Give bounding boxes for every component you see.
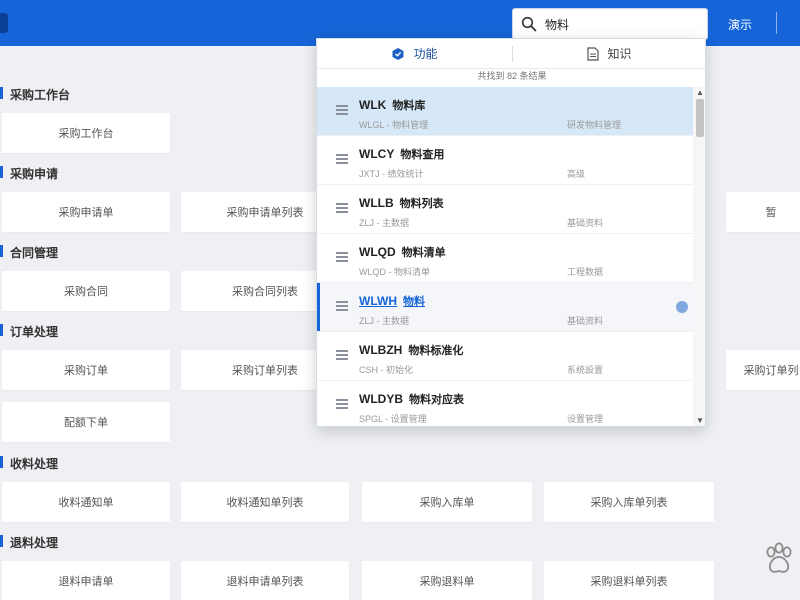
- paw-watermark-icon: [766, 542, 792, 573]
- result-category: 基础资料: [567, 316, 604, 326]
- result-category: 设置管理: [567, 414, 604, 424]
- result-item[interactable]: WLQD 物料清单 WLQD - 物料清单 工程数据: [317, 234, 693, 283]
- result-item[interactable]: WLDYB 物料对应表 SPGL - 设置管理 设置管理: [317, 381, 693, 426]
- menu-icon: [336, 203, 348, 213]
- tile-purchase-request-extra[interactable]: 暂: [726, 192, 800, 232]
- menu-icon: [336, 154, 348, 164]
- tile-purchase-workbench[interactable]: 采购工作台: [2, 113, 170, 153]
- result-module: WLQD - 物料清单: [359, 267, 430, 277]
- tile-purchase-order[interactable]: 采购订单: [2, 350, 170, 390]
- menu-icon: [336, 105, 348, 115]
- tab-knowledge-label: 知识: [607, 47, 632, 61]
- scroll-up-icon[interactable]: ▲: [696, 89, 704, 97]
- result-name: 物料查用: [400, 149, 445, 161]
- document-icon: [587, 46, 600, 61]
- tile-return-request[interactable]: 退料申请单: [2, 561, 170, 600]
- function-icon: [392, 47, 404, 60]
- result-module: WLGL - 物料管理: [359, 120, 429, 130]
- section-title-return: 退料处理: [0, 534, 58, 551]
- tab-knowledge[interactable]: 知识: [512, 39, 705, 68]
- result-category: 系统設置: [567, 365, 604, 375]
- search-results-dropdown: 功能 知识 共找到 82 条结果 WLK 物料库 WLGL - 物料管理 研发物料…: [316, 38, 706, 427]
- result-item[interactable]: WLBZH 物料标准化 CSH - 初始化 系统設置: [317, 332, 693, 381]
- tile-purchase-return-list[interactable]: 采购退料单列表: [544, 561, 714, 600]
- result-name: 物料库: [392, 100, 426, 112]
- result-module: CSH - 初始化: [359, 365, 414, 375]
- result-code: WLDYB: [359, 392, 403, 406]
- section-title-order: 订单处理: [0, 323, 58, 340]
- result-name: 物料对应表: [409, 394, 464, 406]
- result-code: WLCY: [359, 147, 395, 161]
- tile-receipt-notice-list[interactable]: 收料通知单列表: [181, 482, 349, 522]
- tile-quota-order[interactable]: 配额下单: [2, 402, 170, 442]
- result-item[interactable]: WLCY 物料查用 JXTJ - 绩效统计 高级: [317, 136, 693, 185]
- result-category: 高级: [567, 169, 586, 179]
- tile-purchase-inbound[interactable]: 采购入库单: [362, 482, 532, 522]
- menu-icon: [336, 252, 348, 262]
- tile-purchase-inbound-list[interactable]: 采购入库单列表: [544, 482, 714, 522]
- app-logo[interactable]: [0, 13, 8, 33]
- results-scrollbar[interactable]: ▲ ▼: [693, 87, 705, 426]
- result-code: WLBZH: [359, 343, 403, 357]
- search-icon: [521, 16, 537, 32]
- search-tabs: 功能 知识: [317, 39, 705, 69]
- scroll-down-icon[interactable]: ▼: [696, 417, 704, 425]
- result-code: WLQD: [359, 245, 396, 259]
- section-title-receiving: 收料处理: [0, 455, 58, 472]
- tile-return-request-list[interactable]: 退料申请单列表: [181, 561, 349, 600]
- search-input[interactable]: 物料: [512, 8, 708, 40]
- menu-icon: [336, 350, 348, 360]
- result-name: 物料列表: [399, 198, 444, 210]
- result-name: 物料: [403, 296, 425, 308]
- scrollbar-thumb[interactable]: [696, 99, 704, 137]
- result-module: ZLJ - 主数据: [359, 218, 410, 228]
- tile-purchase-request[interactable]: 采购申请单: [2, 192, 170, 232]
- tile-purchase-contract[interactable]: 采购合同: [2, 271, 170, 311]
- tab-divider: [512, 46, 513, 62]
- result-category: 工程数据: [567, 267, 604, 277]
- search-query[interactable]: 物料: [545, 16, 569, 33]
- menu-icon: [336, 399, 348, 409]
- result-count: 共找到 82 条结果: [477, 71, 547, 81]
- result-code: WLK: [359, 98, 387, 112]
- result-name: 物料标准化: [408, 345, 464, 357]
- result-code: WLLB: [359, 196, 394, 210]
- favorite-icon[interactable]: [676, 301, 688, 313]
- tile-purchase-order-extra[interactable]: 采购订单列: [726, 350, 800, 390]
- result-module: SPGL - 设置管理: [359, 414, 427, 424]
- result-code: WLWH: [359, 294, 397, 308]
- result-item-selected[interactable]: WLWH 物料 ZLJ - 主数据 基础资料: [317, 283, 693, 332]
- result-category: 基础资料: [567, 218, 604, 228]
- result-item[interactable]: WLK 物料库 WLGL - 物料管理 研发物料管理: [317, 87, 693, 136]
- result-name: 物料清单: [401, 247, 446, 259]
- tile-receipt-notice[interactable]: 收料通知单: [2, 482, 170, 522]
- demo-link[interactable]: 演示: [728, 16, 752, 33]
- tile-purchase-return[interactable]: 采购退料单: [362, 561, 532, 600]
- result-category: 研发物料管理: [567, 120, 622, 130]
- section-title-contract: 合同管理: [0, 244, 58, 261]
- menu-icon: [336, 301, 348, 311]
- result-item[interactable]: WLLB 物料列表 ZLJ - 主数据 基础资料: [317, 185, 693, 234]
- header-divider: [776, 12, 777, 34]
- result-module: ZLJ - 主数据: [359, 316, 410, 326]
- tab-function-label: 功能: [413, 47, 438, 61]
- section-title-purchase-request: 采购申请: [0, 165, 58, 182]
- result-module: JXTJ - 绩效统计: [359, 169, 424, 179]
- tab-function[interactable]: 功能: [317, 39, 512, 68]
- section-title-workbench: 采购工作台: [0, 86, 70, 103]
- result-list: WLK 物料库 WLGL - 物料管理 研发物料管理 WLCY 物料查用 JXTJ …: [317, 87, 693, 426]
